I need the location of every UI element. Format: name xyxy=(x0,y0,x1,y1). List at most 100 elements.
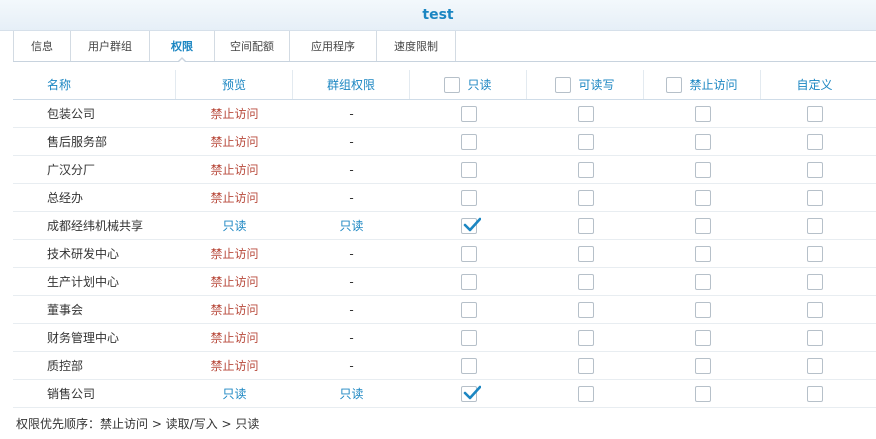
readwrite-checkbox[interactable] xyxy=(577,301,594,318)
deny-checkbox[interactable] xyxy=(694,133,711,150)
table-row[interactable]: 成都经纬机械共享 只读 只读 xyxy=(13,212,876,240)
row-group-permission: - xyxy=(349,246,354,261)
select-all-readonly-checkbox[interactable] xyxy=(444,76,461,93)
table-row[interactable]: 生产计划中心 禁止访问 - xyxy=(13,268,876,296)
readwrite-checkbox[interactable] xyxy=(577,329,594,346)
row-custom-cell xyxy=(761,100,868,127)
readwrite-checkbox[interactable] xyxy=(577,105,594,122)
readwrite-checkbox[interactable] xyxy=(577,385,594,402)
table-row[interactable]: 包装公司 禁止访问 - xyxy=(13,100,876,128)
table-row[interactable]: 广汉分厂 禁止访问 - xyxy=(13,156,876,184)
column-header-readonly[interactable]: 只读 xyxy=(410,70,527,99)
readonly-checkbox[interactable] xyxy=(460,329,477,346)
row-readonly-cell xyxy=(410,268,527,295)
custom-checkbox[interactable] xyxy=(806,245,823,262)
select-all-deny-checkbox[interactable] xyxy=(666,76,683,93)
column-header-name[interactable]: 名称 xyxy=(13,70,176,99)
row-readwrite-cell xyxy=(527,128,644,155)
custom-checkbox[interactable] xyxy=(806,105,823,122)
row-deny-cell xyxy=(644,240,761,267)
tab-quota[interactable]: 空间配额 xyxy=(215,31,290,61)
row-custom-cell xyxy=(761,352,868,379)
readwrite-checkbox[interactable] xyxy=(577,161,594,178)
table-row[interactable]: 财务管理中心 禁止访问 - xyxy=(13,324,876,352)
custom-checkbox[interactable] xyxy=(806,301,823,318)
readwrite-checkbox[interactable] xyxy=(577,245,594,262)
custom-checkbox[interactable] xyxy=(806,161,823,178)
deny-checkbox[interactable] xyxy=(694,357,711,374)
row-readonly-cell xyxy=(410,156,527,183)
table-row[interactable]: 销售公司 只读 只读 xyxy=(13,380,876,408)
row-name: 技术研发中心 xyxy=(47,247,120,261)
row-custom-cell xyxy=(761,296,868,323)
row-preview: 只读 xyxy=(222,219,247,233)
table-row[interactable]: 董事会 禁止访问 - xyxy=(13,296,876,324)
column-header-deny[interactable]: 禁止访问 xyxy=(644,70,761,99)
deny-checkbox[interactable] xyxy=(694,301,711,318)
row-name: 生产计划中心 xyxy=(47,275,120,289)
readonly-checkbox[interactable] xyxy=(460,161,477,178)
deny-checkbox[interactable] xyxy=(694,273,711,290)
deny-checkbox[interactable] xyxy=(694,245,711,262)
custom-checkbox[interactable] xyxy=(806,133,823,150)
priority-note: 权限优先顺序：禁止访问 > 读取/写入 > 只读 xyxy=(16,417,260,431)
readonly-checkbox[interactable] xyxy=(460,133,477,150)
deny-checkbox[interactable] xyxy=(694,329,711,346)
column-header-readwrite[interactable]: 可读写 xyxy=(527,70,644,99)
row-group-permission: - xyxy=(349,358,354,373)
tab-info[interactable]: 信息 xyxy=(13,31,71,61)
row-readwrite-cell xyxy=(527,268,644,295)
readwrite-checkbox[interactable] xyxy=(577,217,594,234)
table-row[interactable]: 质控部 禁止访问 - xyxy=(13,352,876,380)
row-readonly-cell xyxy=(410,100,527,127)
select-all-readwrite-checkbox[interactable] xyxy=(555,76,572,93)
permissions-table: 名称 预览 群组权限 只读 可读写 禁止访问 自定义 包装公司 禁止访问 - 售后服务… xyxy=(13,70,876,408)
readonly-checkbox[interactable] xyxy=(460,301,477,318)
deny-checkbox[interactable] xyxy=(694,385,711,402)
row-name: 董事会 xyxy=(47,303,84,317)
readwrite-checkbox[interactable] xyxy=(577,189,594,206)
tab-user-groups[interactable]: 用户群组 xyxy=(71,31,150,61)
column-header-preview[interactable]: 预览 xyxy=(176,70,293,99)
table-row[interactable]: 售后服务部 禁止访问 - xyxy=(13,128,876,156)
readonly-checkbox[interactable] xyxy=(460,273,477,290)
tab-permissions[interactable]: 权限 xyxy=(150,31,215,63)
deny-checkbox[interactable] xyxy=(694,189,711,206)
custom-checkbox[interactable] xyxy=(806,189,823,206)
readonly-checkbox[interactable] xyxy=(460,217,481,234)
readonly-checkbox[interactable] xyxy=(460,385,481,402)
deny-checkbox[interactable] xyxy=(694,105,711,122)
custom-checkbox[interactable] xyxy=(806,385,823,402)
deny-checkbox[interactable] xyxy=(694,217,711,234)
column-header-deny-label: 禁止访问 xyxy=(689,78,738,92)
readwrite-checkbox[interactable] xyxy=(577,357,594,374)
tab-applications[interactable]: 应用程序 xyxy=(290,31,377,61)
column-header-custom[interactable]: 自定义 xyxy=(761,70,868,99)
readonly-checkbox[interactable] xyxy=(460,357,477,374)
row-preview: 禁止访问 xyxy=(210,275,259,289)
custom-checkbox[interactable] xyxy=(806,217,823,234)
table-row[interactable]: 技术研发中心 禁止访问 - xyxy=(13,240,876,268)
row-deny-cell xyxy=(644,128,761,155)
custom-checkbox[interactable] xyxy=(806,329,823,346)
table-row[interactable]: 总经办 禁止访问 - xyxy=(13,184,876,212)
readwrite-checkbox[interactable] xyxy=(577,273,594,290)
readonly-checkbox[interactable] xyxy=(460,189,477,206)
custom-checkbox[interactable] xyxy=(806,357,823,374)
deny-checkbox[interactable] xyxy=(694,161,711,178)
row-deny-cell xyxy=(644,100,761,127)
row-deny-cell xyxy=(644,268,761,295)
row-preview: 禁止访问 xyxy=(210,107,259,121)
readonly-checkbox[interactable] xyxy=(460,245,477,262)
row-deny-cell xyxy=(644,212,761,239)
readonly-checkbox[interactable] xyxy=(460,105,477,122)
readwrite-checkbox[interactable] xyxy=(577,133,594,150)
row-name: 成都经纬机械共享 xyxy=(47,219,144,233)
custom-checkbox[interactable] xyxy=(806,273,823,290)
tab-divider xyxy=(13,61,876,62)
row-group-permission: - xyxy=(349,190,354,205)
row-deny-cell xyxy=(644,184,761,211)
tab-speed-limit[interactable]: 速度限制 xyxy=(377,31,456,61)
column-header-group[interactable]: 群组权限 xyxy=(293,70,410,99)
title-bar: test xyxy=(0,0,876,31)
